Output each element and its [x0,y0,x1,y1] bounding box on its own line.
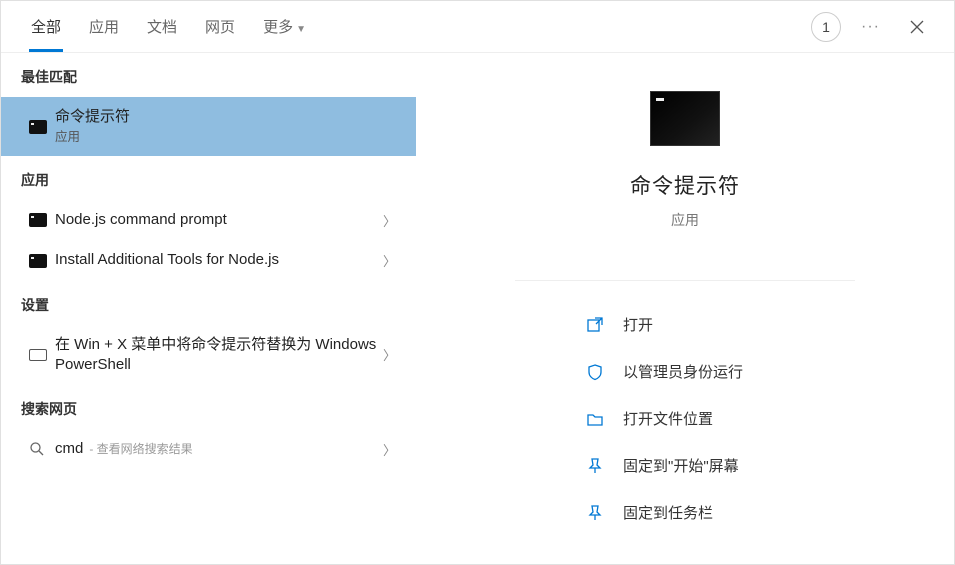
close-button[interactable] [900,10,934,44]
app-item-node-cmd[interactable]: Node.js command prompt 〉 [1,200,416,240]
section-settings: 设置 [1,281,416,325]
preview-app-icon [650,91,720,146]
preview-panel: 命令提示符 应用 打开 以管理员身份运行 [416,53,954,564]
web-query: cmd [55,439,83,459]
tab-bar: 全部 应用 文档 网页 更多▼ [29,2,811,51]
preview-actions: 打开 以管理员身份运行 打开文件位置 [515,280,855,536]
notifications-badge[interactable]: 1 [811,12,841,42]
chevron-right-icon: 〉 [379,251,400,270]
action-label: 打开 [623,314,653,335]
action-label: 固定到任务栏 [623,502,713,523]
topbar-right: 1 ··· [811,10,946,44]
action-open[interactable]: 打开 [585,301,855,348]
tab-more[interactable]: 更多▼ [261,2,308,51]
pin-icon [585,457,605,475]
result-label: Install Additional Tools for Node.js [55,250,379,270]
overflow-menu[interactable]: ··· [861,18,880,36]
open-icon [585,316,605,334]
best-match-sub: 应用 [55,129,400,146]
web-hint: - 查看网络搜索结果 [89,441,192,457]
action-pin-start[interactable]: 固定到"开始"屏幕 [585,442,855,489]
pin-icon [585,504,605,522]
console-icon [29,213,47,227]
best-match-item[interactable]: 命令提示符 应用 [1,97,416,156]
action-label: 以管理员身份运行 [623,361,743,382]
tab-web[interactable]: 网页 [203,2,237,51]
section-web: 搜索网页 [1,385,416,429]
search-window: 全部 应用 文档 网页 更多▼ 1 ··· 最佳匹配 命令提示符 应用 应用 [0,0,955,565]
close-icon [909,19,925,35]
shield-icon [585,363,605,381]
console-icon [29,254,47,268]
console-icon [29,120,47,134]
tab-documents[interactable]: 文档 [145,2,179,51]
window-icon [29,349,47,361]
action-label: 打开文件位置 [623,408,713,429]
body: 最佳匹配 命令提示符 应用 应用 Node.js command prompt … [1,53,954,564]
chevron-right-icon: 〉 [379,345,400,364]
tab-all[interactable]: 全部 [29,2,63,51]
result-label: 在 Win + X 菜单中将命令提示符替换为 Windows PowerShel… [55,335,379,376]
result-label: Node.js command prompt [55,210,379,230]
chevron-right-icon: 〉 [379,211,400,230]
settings-item-winx[interactable]: 在 Win + X 菜单中将命令提示符替换为 Windows PowerShel… [1,325,416,386]
app-item-node-tools[interactable]: Install Additional Tools for Node.js 〉 [1,240,416,280]
best-match-label: 命令提示符 [55,107,400,127]
action-run-admin[interactable]: 以管理员身份运行 [585,348,855,395]
chevron-down-icon: ▼ [296,24,306,35]
preview-title: 命令提示符 [630,170,740,200]
section-apps: 应用 [1,156,416,200]
action-open-location[interactable]: 打开文件位置 [585,395,855,442]
action-pin-taskbar[interactable]: 固定到任务栏 [585,489,855,536]
folder-icon [585,410,605,428]
action-label: 固定到"开始"屏幕 [623,455,739,476]
best-match-text: 命令提示符 应用 [55,107,400,146]
search-icon [29,441,45,457]
results-panel: 最佳匹配 命令提示符 应用 应用 Node.js command prompt … [1,53,416,564]
tab-apps[interactable]: 应用 [87,2,121,51]
web-item-cmd[interactable]: cmd - 查看网络搜索结果 〉 [1,429,416,469]
section-best-match: 最佳匹配 [1,53,416,97]
preview-sub: 应用 [671,210,699,230]
topbar: 全部 应用 文档 网页 更多▼ 1 ··· [1,1,954,53]
chevron-right-icon: 〉 [379,440,400,459]
